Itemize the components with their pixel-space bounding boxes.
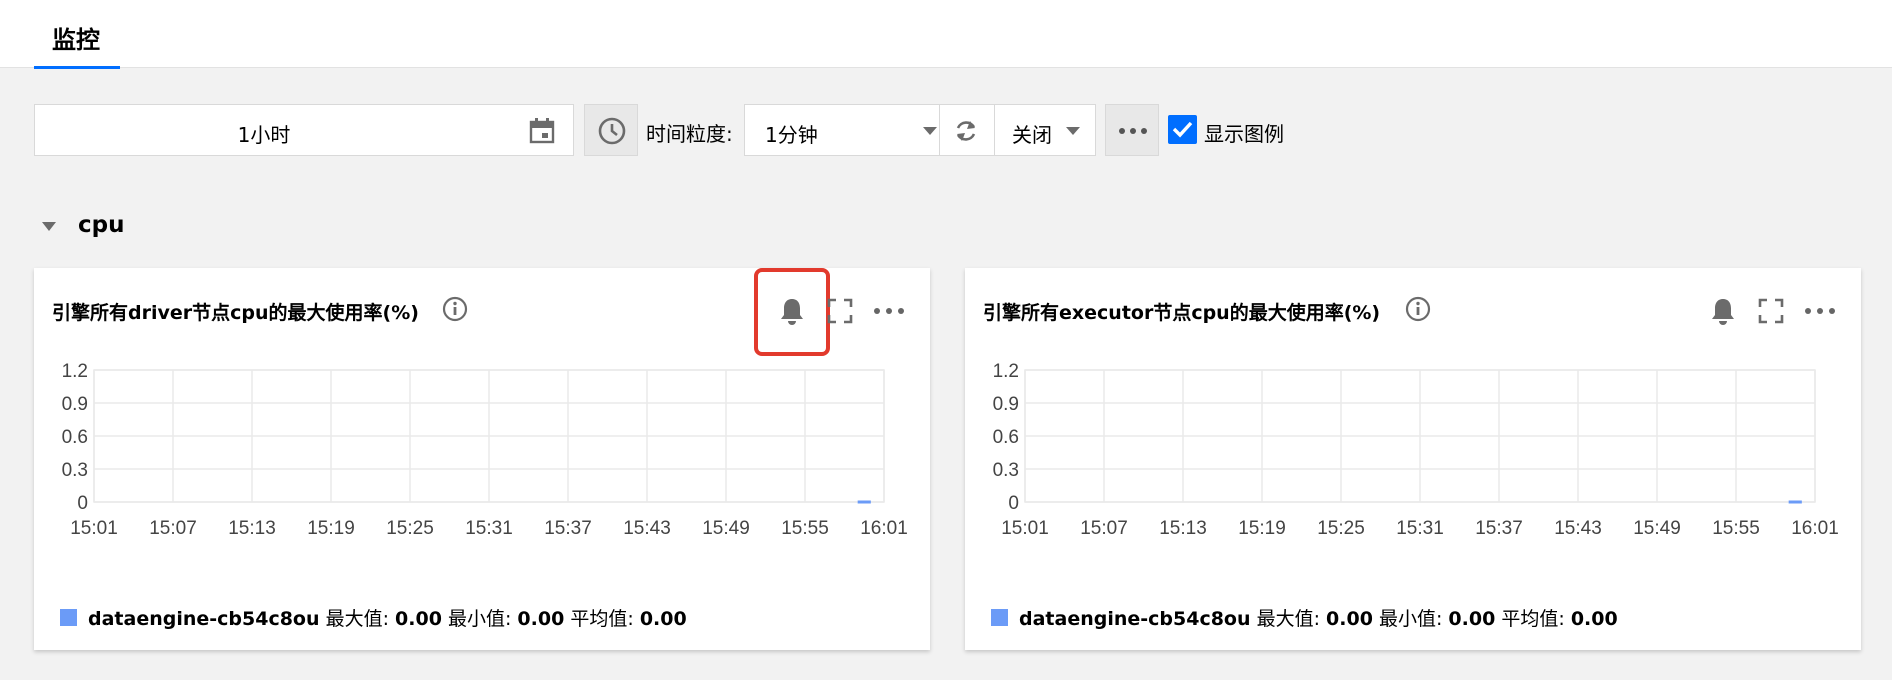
max-label: 最大值: — [1256, 608, 1320, 630]
granularity-label: 时间粒度: — [646, 122, 733, 146]
card-more-icon[interactable] — [874, 308, 904, 314]
min-value: 0.00 — [1448, 608, 1496, 630]
fullscreen-icon[interactable] — [827, 298, 853, 324]
x-tick-label: 16:01 — [860, 518, 908, 539]
x-tick-label: 15:37 — [544, 518, 592, 539]
y-tick-label: 0.6 — [993, 427, 1019, 448]
min-value: 0.00 — [517, 608, 565, 630]
top-tab-bar: 监控 — [0, 0, 1892, 69]
avg-value: 0.00 — [1570, 608, 1618, 630]
card-title: 引擎所有executor节点cpu的最大使用率(%) — [983, 302, 1381, 324]
tab-monitor-label: 监控 — [52, 26, 100, 54]
legend-series-name: dataengine-cb54c8ou — [1019, 608, 1251, 630]
x-tick-label: 15:25 — [1317, 518, 1365, 539]
x-tick-label: 15:25 — [386, 518, 434, 539]
x-tick-label: 15:01 — [70, 518, 118, 539]
more-icon — [1119, 128, 1147, 134]
highlight-box — [754, 268, 830, 356]
x-tick-label: 15:07 — [149, 518, 197, 539]
legend-swatch — [991, 609, 1008, 626]
info-icon[interactable] — [442, 296, 468, 322]
clock-button[interactable] — [584, 104, 638, 156]
line-chart: 15:01 15:07 15:13 15:19 15:25 15:31 15:37 15:43… — [62, 361, 908, 539]
min-label: 最小值: — [447, 608, 512, 630]
avg-label: 平均值: — [1501, 608, 1565, 630]
x-tick-label: 15:19 — [1238, 518, 1286, 539]
show-legend-label[interactable]: 显示图例 — [1204, 118, 1284, 147]
granularity-value: 1分钟 — [765, 123, 818, 147]
y-tick-label: 1.2 — [62, 361, 88, 382]
x-tick-label: 15:13 — [228, 518, 276, 539]
x-tick-label: 15:31 — [465, 518, 513, 539]
clock-icon — [598, 117, 626, 145]
info-icon[interactable] — [1405, 296, 1431, 322]
x-tick-label: 15:07 — [1080, 518, 1128, 539]
x-tick-label: 16:01 — [1791, 518, 1839, 539]
y-tick-label: 0 — [77, 493, 88, 514]
x-tick-label: 15:43 — [1554, 518, 1602, 539]
tab-active-indicator — [34, 66, 120, 69]
line-chart: 15:01 15:07 15:13 15:19 15:25 15:31 15:37 15:43… — [993, 361, 1839, 539]
max-label: 最大值: — [325, 608, 389, 630]
y-tick-label: 0.3 — [62, 460, 88, 481]
tab-monitor[interactable]: 监控 — [34, 0, 120, 69]
max-value: 0.00 — [1326, 608, 1373, 630]
toolbar-more-button[interactable] — [1105, 104, 1159, 156]
x-tick-label: 15:49 — [1633, 518, 1681, 539]
refresh-interval-select[interactable]: 关闭 — [1012, 119, 1052, 148]
y-tick-label: 0.9 — [62, 394, 88, 415]
granularity-select[interactable]: 1分钟 — [744, 104, 958, 156]
legend-text: dataengine-cb54c8ou 最大值: 0.00 最小值: 0.00 … — [1019, 604, 1618, 631]
card-title: 引擎所有driver节点cpu的最大使用率(%) — [52, 302, 419, 324]
x-tick-label: 15:55 — [1712, 518, 1760, 539]
x-tick-label: 15:55 — [781, 518, 829, 539]
avg-value: 0.00 — [639, 608, 687, 630]
legend-swatch — [60, 609, 77, 626]
y-tick-label: 0.9 — [993, 394, 1019, 415]
divider — [994, 105, 995, 155]
min-label: 最小值: — [1378, 608, 1443, 630]
bell-icon[interactable] — [1708, 296, 1738, 326]
fullscreen-icon[interactable] — [1758, 298, 1784, 324]
x-tick-label: 15:43 — [623, 518, 671, 539]
time-range-picker[interactable]: 1小时 — [34, 104, 574, 156]
show-legend-checkbox[interactable] — [1168, 115, 1197, 144]
chevron-down-icon — [923, 127, 937, 135]
x-tick-label: 15:37 — [1475, 518, 1523, 539]
auto-refresh-control: 关闭 — [939, 104, 1096, 156]
refresh-icon[interactable] — [952, 117, 980, 145]
y-tick-label: 0 — [1008, 493, 1019, 514]
avg-label: 平均值: — [570, 608, 634, 630]
x-tick-label: 15:13 — [1159, 518, 1207, 539]
legend-series-name: dataengine-cb54c8ou — [88, 608, 320, 630]
chevron-down-icon — [1066, 127, 1080, 135]
y-tick-label: 1.2 — [993, 361, 1019, 382]
chart-card-executor: 引擎所有executor节点cpu的最大使用率(%) 15:01 15:07 15:… — [965, 268, 1861, 650]
calendar-icon[interactable] — [529, 118, 555, 144]
x-tick-label: 15:31 — [1396, 518, 1444, 539]
y-tick-label: 0.3 — [993, 460, 1019, 481]
checkbox-icon — [1172, 121, 1193, 138]
legend-text: dataengine-cb54c8ou 最大值: 0.00 最小值: 0.00 … — [88, 604, 687, 631]
max-value: 0.00 — [395, 608, 442, 630]
x-tick-label: 15:01 — [1001, 518, 1049, 539]
x-tick-label: 15:49 — [702, 518, 750, 539]
section-title: cpu — [78, 212, 125, 238]
collapse-caret-icon[interactable] — [42, 222, 56, 231]
x-tick-label: 15:19 — [307, 518, 355, 539]
time-range-value: 1小时 — [237, 123, 291, 147]
y-tick-label: 0.6 — [62, 427, 88, 448]
card-more-icon[interactable] — [1805, 308, 1835, 314]
chart-card-driver: 引擎所有driver节点cpu的最大使用率(%) 15:01 15:07 15:13… — [34, 268, 930, 650]
toolbar: 1小时 时间粒度: 1分钟 关闭 显示图例 — [34, 104, 1534, 156]
